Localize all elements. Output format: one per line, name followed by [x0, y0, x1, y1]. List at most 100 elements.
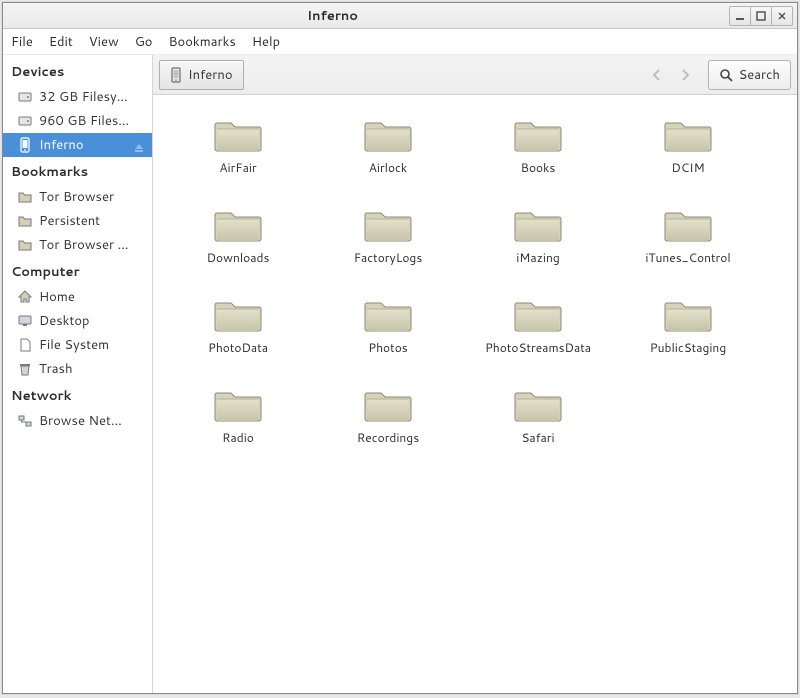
menu-view[interactable]: View	[89, 33, 119, 51]
window-title: Inferno	[307, 7, 358, 25]
folder-item[interactable]: DCIM	[613, 115, 763, 205]
menu-edit[interactable]: Edit	[49, 33, 73, 51]
folder-item[interactable]: PhotoData	[163, 295, 313, 385]
folder-item[interactable]: Radio	[163, 385, 313, 475]
folder-icon	[363, 115, 413, 155]
file-icon	[17, 337, 33, 353]
folder-icon	[213, 295, 263, 335]
folder-icon	[513, 115, 563, 155]
main-pane: Inferno Search	[153, 55, 797, 693]
folder-item[interactable]: Recordings	[313, 385, 463, 475]
sidebar-item-label: Persistent	[39, 212, 100, 230]
folder-item[interactable]: Books	[463, 115, 613, 205]
sidebar-item[interactable]: Desktop	[3, 309, 152, 333]
chevron-left-icon	[649, 67, 665, 83]
sidebar-item[interactable]: Tor Browser …	[3, 233, 152, 257]
folder-label: PhotoStreamsData	[485, 339, 591, 356]
folder-icon	[213, 385, 263, 425]
folder-icon	[663, 115, 713, 155]
folder-label: PhotoData	[208, 339, 268, 356]
path-label: Inferno	[188, 66, 233, 84]
folder-icon	[17, 189, 33, 205]
folder-label: Airlock	[369, 159, 407, 176]
sidebar-item[interactable]: Inferno	[3, 133, 152, 157]
sidebar-item-label: Tor Browser …	[39, 236, 129, 254]
folder-icon	[663, 205, 713, 245]
sidebar-item[interactable]: Persistent	[3, 209, 152, 233]
minimize-button[interactable]	[729, 6, 751, 26]
network-icon	[17, 413, 33, 429]
toolbar: Inferno Search	[153, 55, 797, 95]
close-button[interactable]	[771, 6, 793, 26]
search-icon	[719, 68, 733, 82]
folder-item[interactable]: iTunes_Control	[613, 205, 763, 295]
folder-item[interactable]: Photos	[313, 295, 463, 385]
menu-help[interactable]: Help	[252, 33, 280, 51]
folder-item[interactable]: PublicStaging	[613, 295, 763, 385]
folder-icon	[363, 385, 413, 425]
nav-forward-button[interactable]	[672, 61, 698, 89]
sidebar-item[interactable]: File System	[3, 333, 152, 357]
menubar: File Edit View Go Bookmarks Help	[3, 29, 797, 55]
home-icon	[17, 289, 33, 305]
folder-icon	[213, 205, 263, 245]
folder-label: DCIM	[671, 159, 704, 176]
sidebar-item[interactable]: Trash	[3, 357, 152, 381]
file-manager-window: Inferno File Edit View Go Bookmarks Help…	[2, 2, 798, 694]
sidebar-item-label: Tor Browser	[39, 188, 114, 206]
sidebar-item-label: File System	[39, 336, 109, 354]
folder-label: FactoryLogs	[354, 249, 423, 266]
menu-go[interactable]: Go	[135, 33, 153, 51]
folder-grid[interactable]: AirFair Airlock Books DCIM Downloads	[153, 95, 797, 693]
folder-item[interactable]: FactoryLogs	[313, 205, 463, 295]
sidebar-item[interactable]: 32 GB Filesy…	[3, 85, 152, 109]
folder-item[interactable]: iMazing	[463, 205, 613, 295]
sidebar-header: Computer	[3, 257, 152, 285]
folder-label: Books	[521, 159, 556, 176]
titlebar[interactable]: Inferno	[3, 3, 797, 29]
folder-label: AirFair	[219, 159, 256, 176]
folder-icon	[663, 295, 713, 335]
folder-label: Safari	[521, 429, 554, 446]
menu-file[interactable]: File	[11, 33, 33, 51]
menu-bookmarks[interactable]: Bookmarks	[168, 33, 235, 51]
close-icon	[777, 11, 787, 21]
search-button[interactable]: Search	[708, 60, 791, 90]
folder-icon	[513, 385, 563, 425]
folder-label: iMazing	[516, 249, 560, 266]
maximize-button[interactable]	[750, 6, 772, 26]
folder-item[interactable]: AirFair	[163, 115, 313, 205]
sidebar-item-label: 32 GB Filesy…	[39, 88, 128, 106]
folder-label: PublicStaging	[650, 339, 726, 356]
folder-icon	[363, 295, 413, 335]
folder-label: Radio	[222, 429, 254, 446]
nav-back-button[interactable]	[644, 61, 670, 89]
phone-icon	[17, 137, 33, 153]
desktop-icon	[17, 313, 33, 329]
folder-label: Recordings	[357, 429, 419, 446]
folder-label: Downloads	[207, 249, 270, 266]
sidebar-header: Network	[3, 381, 152, 409]
folder-icon	[17, 213, 33, 229]
minimize-icon	[735, 11, 745, 21]
folder-item[interactable]: Downloads	[163, 205, 313, 295]
path-button[interactable]: Inferno	[159, 60, 244, 90]
folder-item[interactable]: Safari	[463, 385, 613, 475]
folder-icon	[363, 205, 413, 245]
folder-label: iTunes_Control	[645, 249, 730, 266]
folder-icon	[213, 115, 263, 155]
chevron-right-icon	[677, 67, 693, 83]
folder-label: Photos	[368, 339, 408, 356]
folder-icon	[513, 295, 563, 335]
sidebar-item[interactable]: Home	[3, 285, 152, 309]
folder-item[interactable]: PhotoStreamsData	[463, 295, 613, 385]
sidebar-item[interactable]: Tor Browser	[3, 185, 152, 209]
sidebar-item[interactable]: 960 GB Files…	[3, 109, 152, 133]
folder-item[interactable]: Airlock	[313, 115, 463, 205]
sidebar-item-label: Inferno	[39, 136, 84, 154]
eject-icon[interactable]	[134, 140, 144, 150]
sidebar-item[interactable]: Browse Net…	[3, 409, 152, 433]
sidebar: Devices32 GB Filesy…960 GB Files…Inferno…	[3, 55, 153, 693]
sidebar-header: Bookmarks	[3, 157, 152, 185]
sidebar-item-label: Home	[39, 288, 75, 306]
